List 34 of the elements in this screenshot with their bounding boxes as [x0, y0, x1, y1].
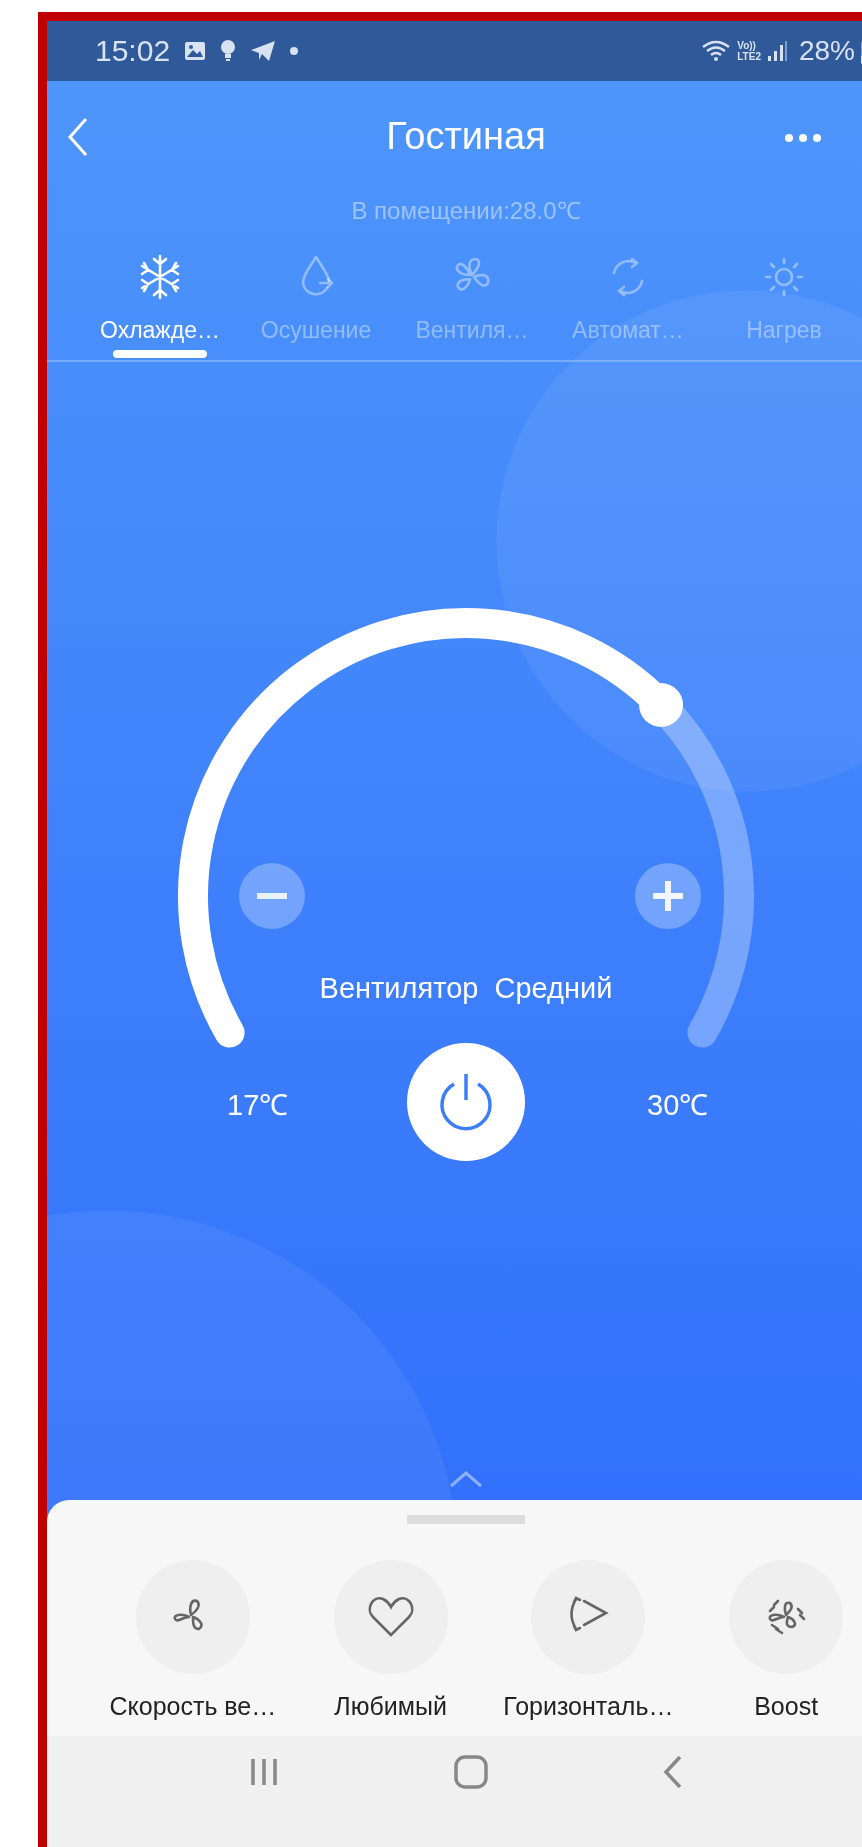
- mode-tab[interactable]: Вентиля…: [394, 245, 550, 358]
- plus-icon: [653, 881, 683, 911]
- mode-tab[interactable]: Осушение: [238, 245, 394, 358]
- mode-tab[interactable]: Охлажде…: [82, 245, 238, 358]
- bulb-icon: [220, 39, 237, 63]
- more-icon[interactable]: [784, 133, 824, 143]
- feature-label: Скорость ве…: [109, 1692, 277, 1721]
- paper-plane-icon: [250, 40, 277, 62]
- lte-label: LTE2: [737, 51, 761, 62]
- room-title: Гостиная: [386, 114, 546, 158]
- mode-tab[interactable]: Нагрев: [706, 245, 862, 358]
- wifi-icon: [701, 40, 732, 62]
- fan-mode-text: Вентилятор Средний: [318, 972, 614, 1005]
- image-icon: [184, 41, 207, 61]
- sheet-handle[interactable]: [407, 1515, 525, 1524]
- minus-icon: [257, 893, 287, 899]
- min-temperature: 17℃: [227, 1088, 289, 1123]
- signal-icon: [766, 40, 787, 62]
- feature-label: Любимый: [334, 1692, 447, 1721]
- status-time: 15:02: [95, 34, 171, 68]
- home-icon[interactable]: [454, 1754, 488, 1789]
- feature-label: Горизонталь…: [503, 1692, 674, 1721]
- chevron-up-icon[interactable]: [449, 1470, 483, 1488]
- back-nav-icon[interactable]: [663, 1754, 683, 1789]
- indoor-temperature: В помещении:28.0℃: [350, 196, 582, 226]
- mode-tab[interactable]: Автомат…: [550, 245, 706, 358]
- volte-label: Vo)): [737, 40, 757, 51]
- dot-icon: [290, 47, 299, 55]
- max-temperature: 30℃: [647, 1088, 709, 1123]
- back-icon[interactable]: [67, 117, 89, 157]
- feature-label: Boost: [754, 1692, 819, 1721]
- recent-apps-icon[interactable]: [249, 1756, 279, 1787]
- dial-thumb[interactable]: [639, 683, 684, 727]
- battery-percent: 28%: [798, 35, 855, 67]
